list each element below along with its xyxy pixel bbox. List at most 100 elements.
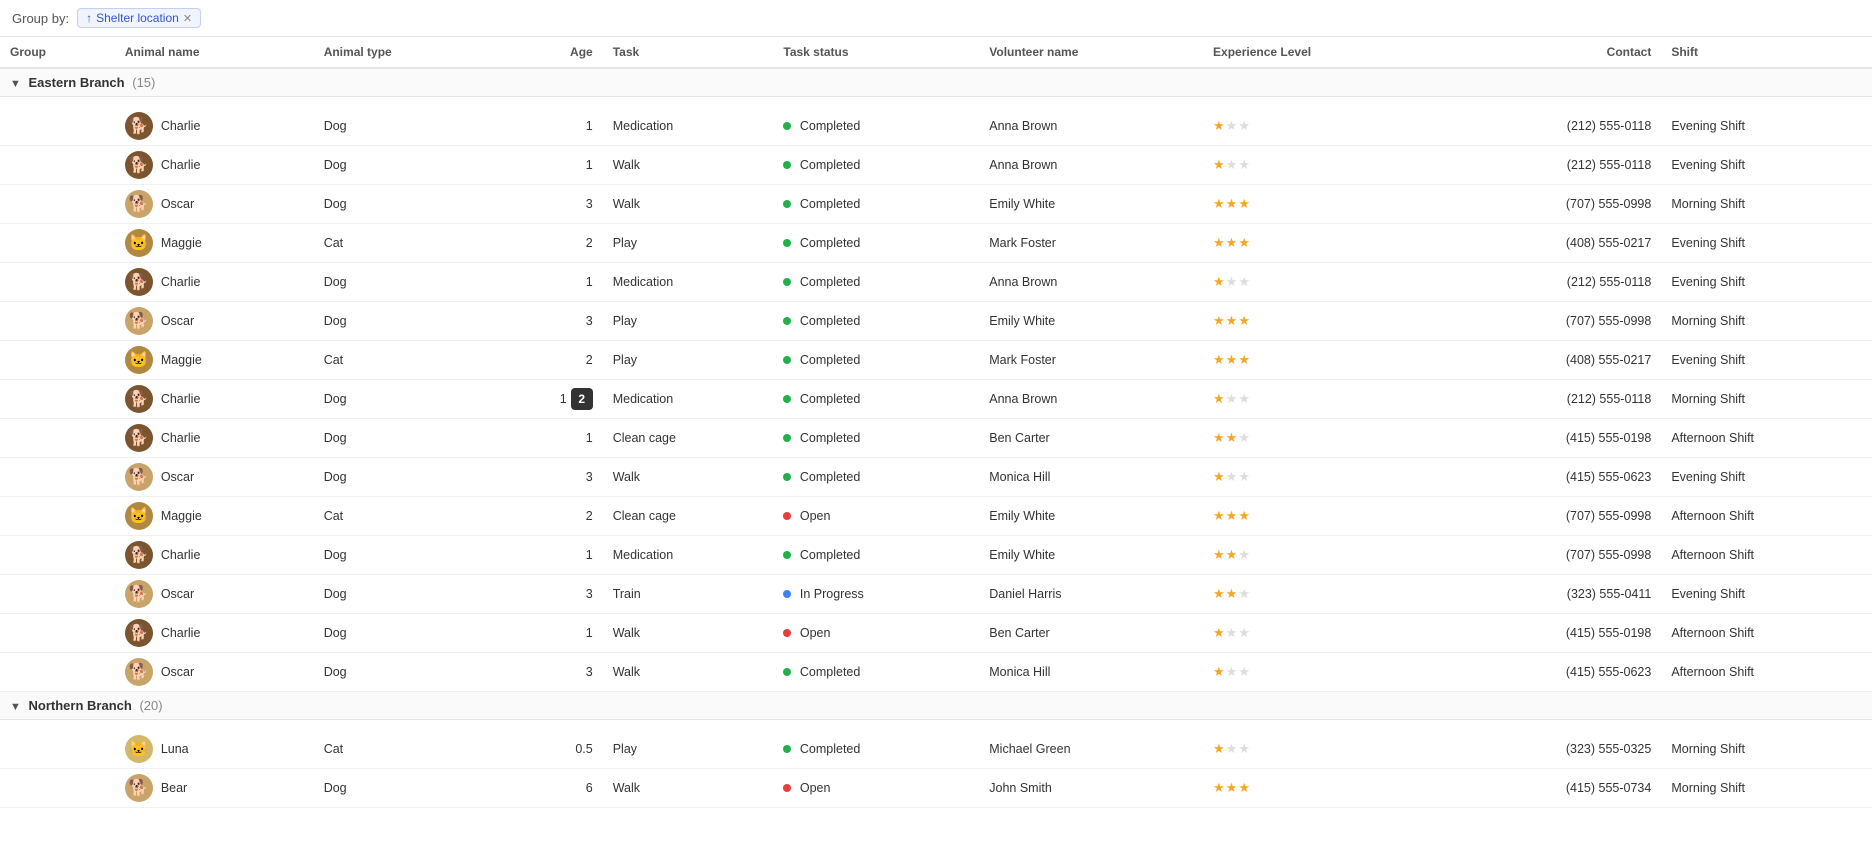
cell-group [0,497,115,536]
cell-task: Play [603,730,774,769]
task-status-text: Completed [800,314,860,328]
cell-age: 0.5 [494,730,603,769]
cell-group [0,614,115,653]
table-row: 🐱 Maggie Cat 2 Play Completed Mark Foste… [0,341,1872,380]
chevron-down-icon[interactable]: ▼ [10,701,21,713]
cell-shift: Morning Shift [1661,302,1872,341]
task-status-text: Completed [800,275,860,289]
avatar: 🐕 [125,658,153,686]
cell-volunteer-name: Ben Carter [979,614,1203,653]
cell-age: 2 [494,497,603,536]
cell-experience-level: ★★★ [1203,185,1445,224]
cell-experience-level: ★★★ [1203,536,1445,575]
cell-shift: Afternoon Shift [1661,419,1872,458]
cell-contact: (408) 555-0217 [1445,341,1661,380]
task-status-text: Open [800,626,831,640]
cell-shift: Evening Shift [1661,458,1872,497]
cell-contact: (707) 555-0998 [1445,497,1661,536]
stars: ★★★ [1213,508,1251,523]
cell-contact: (707) 555-0998 [1445,536,1661,575]
cell-experience-level: ★★★ [1203,769,1445,808]
cell-animal-type: Dog [314,107,494,146]
col-animal-type: Animal type [314,37,494,68]
cell-shift: Evening Shift [1661,575,1872,614]
stars: ★★★ [1213,741,1251,756]
cell-contact: (212) 555-0118 [1445,146,1661,185]
cell-task-status: Open [773,614,979,653]
status-dot [783,317,791,325]
cell-animal-name: 🐱 Luna [115,730,314,769]
cell-animal-type: Dog [314,614,494,653]
stars: ★★★ [1213,313,1251,328]
cell-task: Walk [603,146,774,185]
chevron-down-icon[interactable]: ▼ [10,78,21,90]
stars: ★★★ [1213,196,1251,211]
avatar: 🐕 [125,580,153,608]
cell-group [0,263,115,302]
cell-task-status: Completed [773,185,979,224]
cell-task-status: Completed [773,653,979,692]
cell-animal-name: 🐕 Charlie [115,380,314,419]
task-status-text: Completed [800,548,860,562]
cell-shift: Morning Shift [1661,730,1872,769]
group-header-cell: ▼ Northern Branch (20) [0,692,1872,720]
cell-animal-type: Dog [314,263,494,302]
cell-contact: (415) 555-0198 [1445,419,1661,458]
cell-contact: (408) 555-0217 [1445,224,1661,263]
cell-task: Play [603,302,774,341]
cell-volunteer-name: Daniel Harris [979,575,1203,614]
task-status-text: Completed [800,742,860,756]
cell-contact: (415) 555-0198 [1445,614,1661,653]
stars: ★★★ [1213,664,1251,679]
close-icon[interactable]: ✕ [183,12,192,25]
cell-shift: Evening Shift [1661,107,1872,146]
col-group: Group [0,37,115,68]
stars: ★★★ [1213,352,1251,367]
col-contact: Contact [1445,37,1661,68]
cell-experience-level: ★★★ [1203,575,1445,614]
status-dot [783,590,791,598]
cell-volunteer-name: Emily White [979,302,1203,341]
cell-animal-name: 🐕 Oscar [115,185,314,224]
animal-name-text: Maggie [161,236,202,250]
cell-volunteer-name: Ben Carter [979,419,1203,458]
avatar: 🐱 [125,346,153,374]
group-spacer-row [0,720,1872,731]
cell-shift: Afternoon Shift [1661,614,1872,653]
animal-name-text: Oscar [161,587,194,601]
cell-animal-type: Dog [314,380,494,419]
cell-task: Walk [603,614,774,653]
cell-group [0,730,115,769]
cell-volunteer-name: Monica Hill [979,458,1203,497]
group-by-tag[interactable]: ↑ Shelter location ✕ [77,8,201,28]
cell-shift: Morning Shift [1661,769,1872,808]
tooltip-bubble: 2 [571,388,593,410]
cell-age: 1 [494,107,603,146]
col-task: Task [603,37,774,68]
cell-shift: Evening Shift [1661,263,1872,302]
animal-name-text: Oscar [161,470,194,484]
cell-task: Medication [603,107,774,146]
cell-experience-level: ★★★ [1203,107,1445,146]
cell-animal-name: 🐕 Oscar [115,653,314,692]
cell-task-status: Completed [773,107,979,146]
status-dot [783,122,791,130]
table-row: 🐕 Charlie Dog 1 Walk Open Ben Carter ★★★… [0,614,1872,653]
cell-task: Play [603,224,774,263]
cell-group [0,653,115,692]
avatar: 🐕 [125,619,153,647]
task-status-text: In Progress [800,587,864,601]
group-name: Northern Branch [29,698,132,713]
animal-name-text: Charlie [161,158,201,172]
cell-animal-name: 🐕 Charlie [115,263,314,302]
cell-experience-level: ★★★ [1203,653,1445,692]
cell-task: Medication [603,536,774,575]
cell-task: Medication [603,263,774,302]
cell-contact: (323) 555-0325 [1445,730,1661,769]
animal-name-text: Oscar [161,665,194,679]
cell-experience-level: ★★★ [1203,263,1445,302]
group-by-label: Group by: [12,11,69,26]
cell-animal-type: Cat [314,497,494,536]
task-status-text: Completed [800,236,860,250]
animal-name-text: Maggie [161,509,202,523]
